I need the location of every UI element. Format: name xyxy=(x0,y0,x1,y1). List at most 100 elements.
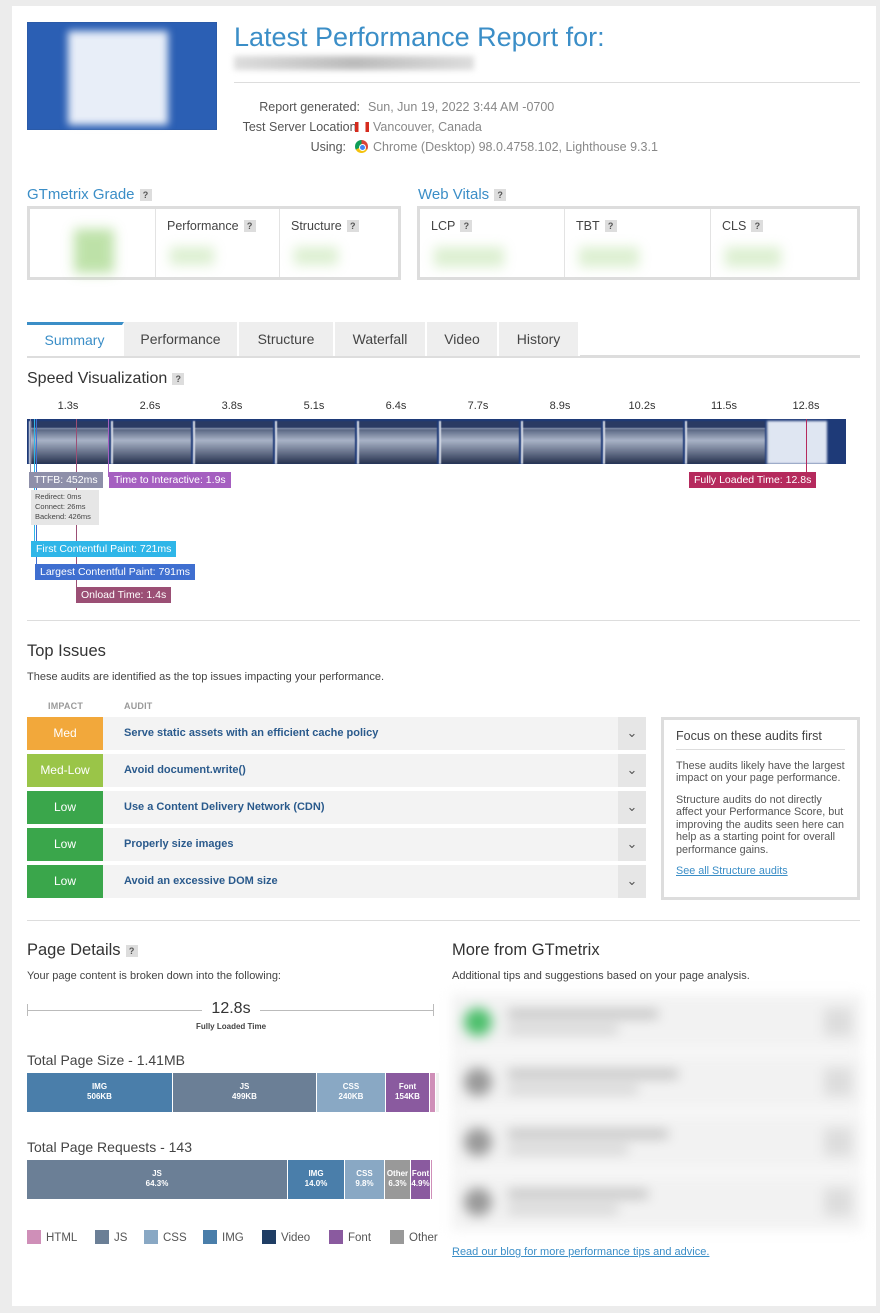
impact-badge: Low xyxy=(27,791,103,824)
segment-type: Other xyxy=(386,1169,409,1178)
timeline-ticks: 1.3s 2.6s 3.8s 5.1s 6.4s 7.7s 8.9s 10.2s… xyxy=(27,400,847,414)
tab-structure[interactable]: Structure xyxy=(239,322,335,356)
issue-row[interactable]: Med-Low Avoid document.write() ⌄ xyxy=(27,754,646,787)
lcp-cell: LCP? xyxy=(420,209,565,277)
segment-value: 64.3% xyxy=(145,1179,169,1188)
tick-label: 8.9s xyxy=(549,400,571,412)
meta-value-generated: Sun, Jun 19, 2022 3:44 AM -0700 xyxy=(368,100,555,114)
help-icon[interactable]: ? xyxy=(460,220,473,232)
legend-swatch xyxy=(262,1230,276,1244)
chevron-down-icon[interactable]: ⌄ xyxy=(618,828,646,861)
tbt-label: TBT xyxy=(576,219,600,233)
issue-row[interactable]: Low Properly size images ⌄ xyxy=(27,828,646,861)
help-icon[interactable]: ? xyxy=(604,220,617,232)
help-icon[interactable]: ? xyxy=(125,945,138,957)
help-icon[interactable]: ? xyxy=(751,220,764,232)
speed-visualization-heading: Speed Visualization? xyxy=(27,370,185,388)
see-structure-audits-link[interactable]: See all Structure audits xyxy=(676,865,788,877)
tick-label: 10.2s xyxy=(628,400,656,412)
chevron-down-icon[interactable]: ⌄ xyxy=(618,754,646,787)
page-size-segment xyxy=(440,1073,441,1112)
page-requests-segment: Other 6.3% xyxy=(385,1160,411,1199)
grade-box: Performance? Structure? xyxy=(27,206,401,280)
tab-video[interactable]: Video xyxy=(427,322,499,356)
fully-loaded-label: Fully Loaded Time xyxy=(195,1022,267,1031)
legend-item-other: Other xyxy=(390,1230,438,1244)
legend-label: Video xyxy=(281,1232,311,1244)
chevron-down-icon[interactable]: ⌄ xyxy=(618,717,646,750)
segment-value: 14.0% xyxy=(304,1179,328,1188)
chevron-down-icon[interactable]: ⌄ xyxy=(618,865,646,898)
audit-name[interactable]: Avoid an excessive DOM size xyxy=(124,865,278,898)
page-requests-segment: JS 64.3% xyxy=(27,1160,288,1199)
page-details-title: Page Details xyxy=(27,941,121,959)
gtmetrix-grade-heading: GTmetrix Grade? xyxy=(27,186,152,203)
report-page: Latest Performance Report for: Report ge… xyxy=(12,6,876,1306)
audit-name[interactable]: Avoid document.write() xyxy=(124,754,246,787)
help-icon[interactable]: ? xyxy=(243,220,256,232)
top-issues-title: Top Issues xyxy=(27,642,106,660)
impact-badge: Med-Low xyxy=(27,754,103,787)
tick-label: 12.8s xyxy=(792,400,820,412)
report-title: Latest Performance Report for: xyxy=(234,22,605,52)
web-vitals-title: Web Vitals xyxy=(418,186,490,203)
tab-history[interactable]: History xyxy=(499,322,580,356)
issue-row[interactable]: Low Use a Content Delivery Network (CDN)… xyxy=(27,791,646,824)
performance-label: Performance xyxy=(167,219,239,233)
legend-label: JS xyxy=(114,1232,128,1244)
tab-summary[interactable]: Summary xyxy=(27,322,124,356)
segment-type: Font xyxy=(398,1082,417,1091)
ttfb-redirect: Redirect: 0ms xyxy=(35,492,82,501)
segment-type: IMG xyxy=(308,1169,324,1178)
ttfb-detail: Redirect: 0ms Connect: 26ms Backend: 426… xyxy=(31,490,99,525)
page-requests-segment xyxy=(431,1160,433,1199)
tti-line xyxy=(108,419,109,477)
help-icon[interactable]: ? xyxy=(346,220,359,232)
filmstrip-frame xyxy=(193,421,273,464)
audit-name[interactable]: Use a Content Delivery Network (CDN) xyxy=(124,791,325,824)
help-icon[interactable]: ? xyxy=(139,189,152,201)
legend-swatch xyxy=(329,1230,343,1244)
issue-row[interactable]: Med Serve static assets with an efficien… xyxy=(27,717,646,750)
filmstrip-frame xyxy=(275,421,355,464)
legend-item-img: IMG xyxy=(203,1230,244,1244)
help-icon[interactable]: ? xyxy=(494,189,507,201)
blog-link[interactable]: Read our blog for more performance tips … xyxy=(452,1246,709,1258)
segment-type: JS xyxy=(239,1082,250,1091)
issue-row[interactable]: Low Avoid an excessive DOM size ⌄ xyxy=(27,865,646,898)
total-page-size-title: Total Page Size - 1.41MB xyxy=(27,1052,185,1068)
tick-label: 11.5s xyxy=(710,400,738,412)
meta-value-location: Vancouver, Canada xyxy=(373,120,482,134)
tick-label: 2.6s xyxy=(139,400,161,412)
legend-label: CSS xyxy=(163,1232,187,1244)
more-from-gtmetrix-subtitle: Additional tips and suggestions based on… xyxy=(452,970,750,982)
page-size-segment: JS 499KB xyxy=(173,1073,317,1112)
divider xyxy=(234,82,860,83)
chevron-down-icon[interactable]: ⌄ xyxy=(618,791,646,824)
page-details-subtitle: Your page content is broken down into th… xyxy=(27,970,281,982)
focus-panel-title: Focus on these audits first xyxy=(676,730,845,750)
focus-audits-panel: Focus on these audits first These audits… xyxy=(661,717,860,900)
audit-name[interactable]: Properly size images xyxy=(124,828,233,861)
page-size-segment: CSS 240KB xyxy=(317,1073,386,1112)
tti-marker: Time to Interactive: 1.9s xyxy=(109,472,231,488)
lcp-marker: Largest Contentful Paint: 791ms xyxy=(35,564,196,580)
fully-loaded-line xyxy=(806,419,807,477)
legend-item-html: HTML xyxy=(27,1230,77,1244)
audit-name[interactable]: Serve static assets with an efficient ca… xyxy=(124,717,378,750)
structure-cell: Structure? xyxy=(280,209,398,277)
segment-type: IMG xyxy=(91,1082,108,1091)
tab-performance[interactable]: Performance xyxy=(124,322,239,356)
structure-label: Structure xyxy=(291,219,342,233)
ttfb-line xyxy=(30,419,31,477)
meta-label-location: Test Server Location: xyxy=(242,120,360,134)
ttfb-backend: Backend: 426ms xyxy=(35,512,91,521)
web-vitals-box: LCP? TBT? CLS? xyxy=(417,206,860,280)
filmstrip[interactable] xyxy=(27,419,846,464)
tab-waterfall[interactable]: Waterfall xyxy=(335,322,427,356)
more-from-gtmetrix-title: More from GTmetrix xyxy=(452,941,600,959)
legend-label: IMG xyxy=(222,1232,244,1244)
help-icon[interactable]: ? xyxy=(172,373,185,385)
segment-type: JS xyxy=(152,1169,162,1178)
audit-column-header: AUDIT xyxy=(124,701,153,711)
